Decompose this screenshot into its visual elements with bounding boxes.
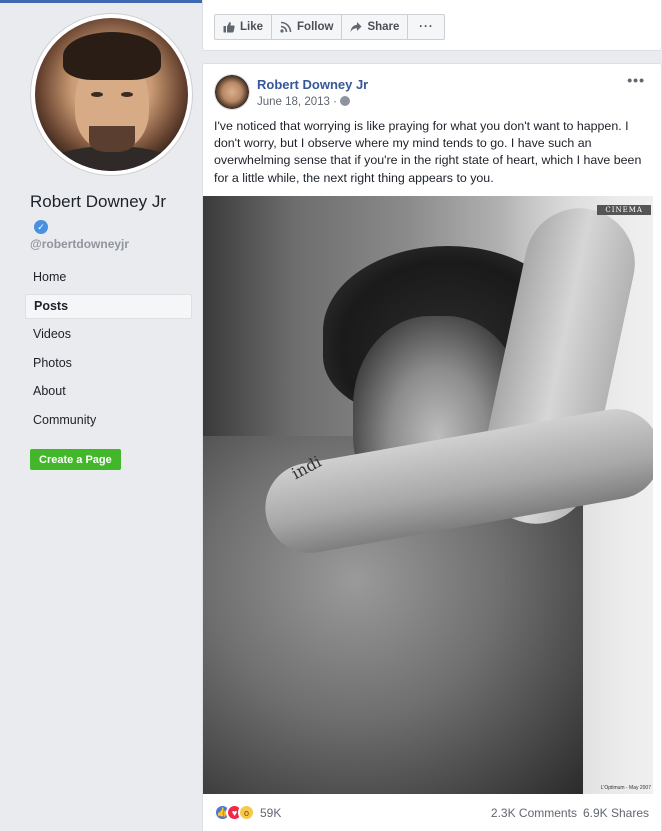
create-page-button[interactable]: Create a Page [30,449,121,470]
post-author-avatar[interactable] [214,74,250,110]
thumbs-up-icon [223,22,235,33]
reactions-summary[interactable]: 👍 ♥ o 59K [214,804,281,821]
follow-label: Follow [297,21,334,33]
nav-item-videos[interactable]: Videos [25,322,192,347]
like-label: Like [240,21,264,33]
photo-magazine-badge: CINEMA [597,205,651,215]
follow-button[interactable]: Follow [271,14,343,40]
share-arrow-icon [350,22,362,32]
share-button[interactable]: Share [341,14,409,40]
rss-icon [280,21,292,33]
page-handle[interactable]: @robertdowneyjr [30,237,129,251]
left-sidebar: Robert Downey Jr ✓ @robertdowneyjr Home P… [0,0,200,831]
globe-icon [339,96,350,106]
profile-picture[interactable] [31,14,192,175]
page-title[interactable]: Robert Downey Jr ✓ [30,190,180,238]
post-text: I've noticed that worrying is like prayi… [214,119,642,185]
post-photo[interactable]: indi CINEMA L'Optimum - May 2007 [203,196,653,794]
page-nav: Home Posts Videos Photos About Community [25,265,192,436]
page-name-text: Robert Downey Jr [30,192,167,211]
reactions-count: 59K [260,805,282,820]
shares-count-link[interactable]: 6.9K Shares [583,806,649,820]
post-date-text: June 18, 2013 · [257,96,337,108]
page-action-bar: Like Follow Share ··· [202,0,662,51]
like-button[interactable]: Like [214,14,273,40]
post-options-menu[interactable]: ••• [627,72,645,88]
nav-item-about[interactable]: About [25,379,192,404]
nav-item-posts[interactable]: Posts [25,293,192,319]
comments-count-link[interactable]: 2.3K Comments [491,806,577,820]
verified-badge-icon: ✓ [34,220,48,234]
nav-item-community[interactable]: Community [25,408,192,433]
more-options-button[interactable]: ··· [407,14,446,40]
post-author-name[interactable]: Robert Downey Jr [257,77,368,92]
wow-reaction-icon: o [238,804,255,821]
engagement-counts: 2.3K Comments 6.9K Shares [491,806,649,820]
share-label: Share [367,21,400,33]
post-card: Robert Downey Jr June 18, 2013 · ••• I'v… [202,63,662,831]
nav-item-home[interactable]: Home [25,265,192,290]
post-timestamp[interactable]: June 18, 2013 · [257,96,350,108]
photo-credit: L'Optimum - May 2007 [600,785,651,791]
nav-item-photos[interactable]: Photos [25,351,192,376]
